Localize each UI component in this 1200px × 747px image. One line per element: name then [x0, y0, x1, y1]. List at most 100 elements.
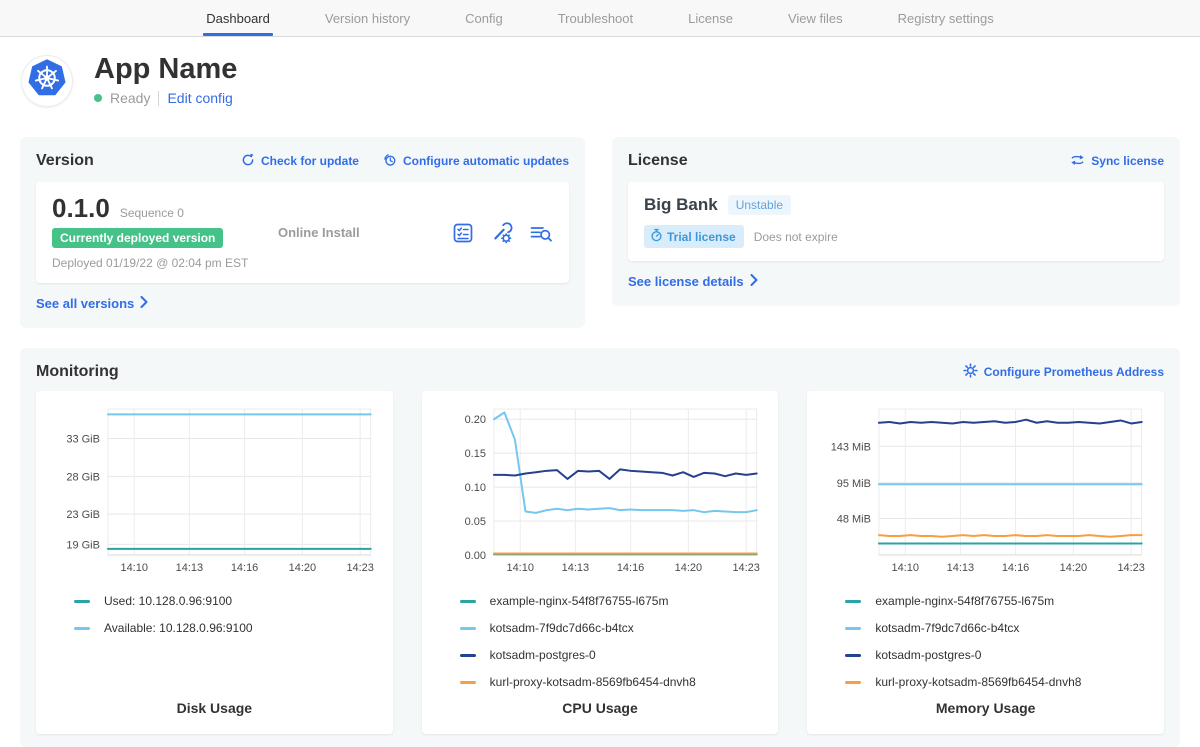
clock-refresh-icon: [383, 153, 397, 170]
legend-item: example-nginx-54f8f76755-l675m: [845, 594, 1152, 608]
gear-icon: [963, 363, 978, 381]
status-text: Ready: [110, 90, 150, 106]
chart-card-disk-usage: 33 GiB28 GiB23 GiB19 GiB14:1014:1314:161…: [36, 391, 393, 734]
svg-text:14:20: 14:20: [674, 562, 701, 574]
top-nav: Dashboard Version history Config Troublesho…: [0, 0, 1200, 37]
preflight-checks-icon[interactable]: [452, 222, 474, 244]
svg-text:0.00: 0.00: [464, 550, 485, 562]
svg-text:33 GiB: 33 GiB: [66, 434, 100, 446]
tab-config[interactable]: Config: [465, 0, 503, 36]
monitoring-section: Monitoring Configure Prometheus Address …: [20, 348, 1180, 747]
svg-text:14:23: 14:23: [1118, 562, 1145, 574]
chart-plot: 143 MiB95 MiB48 MiB14:1014:1314:1614:201…: [819, 403, 1152, 581]
chart-title: Disk Usage: [48, 700, 381, 718]
legend-label: kurl-proxy-kotsadm-8569fb6454-dnvh8: [490, 675, 696, 689]
version-sequence: Sequence 0: [120, 206, 184, 220]
legend-item: kotsadm-7f9dc7d66c-b4tcx: [845, 621, 1152, 635]
svg-text:0.20: 0.20: [464, 414, 485, 426]
chart-card-cpu-usage: 0.20 0.15 0.10 0.05 0.00 14:10 14:13 14:16 14:20…: [422, 391, 779, 734]
kubernetes-icon: [25, 56, 69, 105]
legend-swatch: [460, 600, 476, 603]
svg-text:14:20: 14:20: [1060, 562, 1087, 574]
legend-swatch: [460, 681, 476, 684]
legend-label: kotsadm-7f9dc7d66c-b4tcx: [490, 621, 634, 635]
license-title: License: [628, 152, 688, 170]
tab-troubleshoot[interactable]: Troubleshoot: [558, 0, 633, 36]
legend-item: example-nginx-54f8f76755-l675m: [460, 594, 767, 608]
tab-registry-settings[interactable]: Registry settings: [898, 0, 994, 36]
svg-text:14:16: 14:16: [617, 562, 644, 574]
config-wrench-icon[interactable]: [490, 222, 513, 244]
monitoring-charts: 33 GiB 28 GiB 23 GiB 19 GiB 14:10 14:13 14:16 1…: [36, 391, 1164, 734]
version-number: 0.1.0: [52, 195, 110, 221]
configure-prometheus-link[interactable]: Configure Prometheus Address: [963, 363, 1164, 381]
svg-text:0.05: 0.05: [464, 516, 485, 528]
refresh-icon: [241, 153, 255, 170]
view-logs-icon[interactable]: [529, 222, 553, 244]
check-for-update-link[interactable]: Check for update: [241, 153, 359, 170]
svg-text:143 MiB: 143 MiB: [831, 441, 871, 453]
chart-card-memory-usage: 143 MiB95 MiB48 MiB14:1014:1314:1614:201…: [807, 391, 1164, 734]
legend-label: kotsadm-postgres-0: [490, 648, 596, 662]
svg-text:23 GiB: 23 GiB: [66, 509, 100, 521]
see-license-details-link[interactable]: See license details: [628, 274, 758, 289]
tab-view-files[interactable]: View files: [788, 0, 843, 36]
divider: [158, 91, 159, 106]
install-type-label: Online Install: [278, 225, 452, 240]
legend-item: kotsadm-7f9dc7d66c-b4tcx: [460, 621, 767, 635]
svg-text:14:23: 14:23: [346, 562, 373, 574]
sync-icon: [1070, 153, 1085, 170]
tab-dashboard[interactable]: Dashboard: [206, 0, 270, 36]
legend-item: Used: 10.128.0.96:9100: [74, 594, 381, 608]
legend-item: kurl-proxy-kotsadm-8569fb6454-dnvh8: [845, 675, 1152, 689]
svg-text:14:13: 14:13: [561, 562, 588, 574]
legend-swatch: [74, 600, 90, 603]
svg-text:0.10: 0.10: [464, 482, 485, 494]
tab-version-history[interactable]: Version history: [325, 0, 410, 36]
legend-item: kotsadm-postgres-0: [845, 648, 1152, 662]
chart-legend: example-nginx-54f8f76755-l675m kotsadm-7f…: [845, 594, 1152, 689]
edit-config-link[interactable]: Edit config: [167, 90, 232, 106]
legend-swatch: [845, 627, 861, 630]
svg-text:14:20: 14:20: [289, 562, 316, 574]
svg-text:0.15: 0.15: [464, 448, 485, 460]
legend-label: example-nginx-54f8f76755-l675m: [490, 594, 669, 608]
svg-text:14:16: 14:16: [231, 562, 258, 574]
legend-item: kotsadm-postgres-0: [460, 648, 767, 662]
svg-text:14:10: 14:10: [506, 562, 533, 574]
svg-text:14:23: 14:23: [732, 562, 759, 574]
chevron-right-icon: [750, 274, 758, 289]
app-header: App Name Ready Edit config: [0, 37, 1200, 106]
legend-swatch: [845, 654, 861, 657]
chart-title: CPU Usage: [434, 700, 767, 718]
svg-text:48 MiB: 48 MiB: [837, 513, 871, 525]
svg-text:19 GiB: 19 GiB: [66, 539, 100, 551]
sync-license-link[interactable]: Sync license: [1070, 153, 1164, 170]
configure-automatic-updates-link[interactable]: Configure automatic updates: [383, 153, 569, 170]
license-details-row: Big Bank Unstable Trial license Does not…: [628, 182, 1164, 261]
tab-license[interactable]: License: [688, 0, 733, 36]
svg-text:14:16: 14:16: [1002, 562, 1029, 574]
see-all-versions-link[interactable]: See all versions: [36, 296, 148, 311]
deployed-badge: Currently deployed version: [52, 228, 223, 248]
chart-title: Memory Usage: [819, 700, 1152, 718]
legend-label: kotsadm-postgres-0: [875, 648, 981, 662]
svg-text:28 GiB: 28 GiB: [66, 471, 100, 483]
expiry-text: Does not expire: [754, 230, 838, 244]
svg-text:14:13: 14:13: [947, 562, 974, 574]
legend-swatch: [460, 627, 476, 630]
legend-swatch: [460, 654, 476, 657]
legend-label: example-nginx-54f8f76755-l675m: [875, 594, 1054, 608]
customer-name: Big Bank: [644, 195, 718, 215]
legend-label: kurl-proxy-kotsadm-8569fb6454-dnvh8: [875, 675, 1081, 689]
chart-plot: 33 GiB28 GiB23 GiB19 GiB14:1014:1314:161…: [48, 403, 381, 581]
legend-item: Available: 10.128.0.96:9100: [74, 621, 381, 635]
chart-legend: Used: 10.128.0.96:9100 Available: 10.128.…: [74, 594, 381, 635]
channel-badge: Unstable: [728, 195, 791, 215]
version-card: Version Check for update Configure autom…: [20, 137, 585, 328]
stopwatch-icon: [650, 228, 663, 245]
monitoring-title: Monitoring: [36, 363, 119, 381]
legend-swatch: [845, 681, 861, 684]
svg-text:14:10: 14:10: [892, 562, 919, 574]
legend-label: Available: 10.128.0.96:9100: [104, 621, 253, 635]
